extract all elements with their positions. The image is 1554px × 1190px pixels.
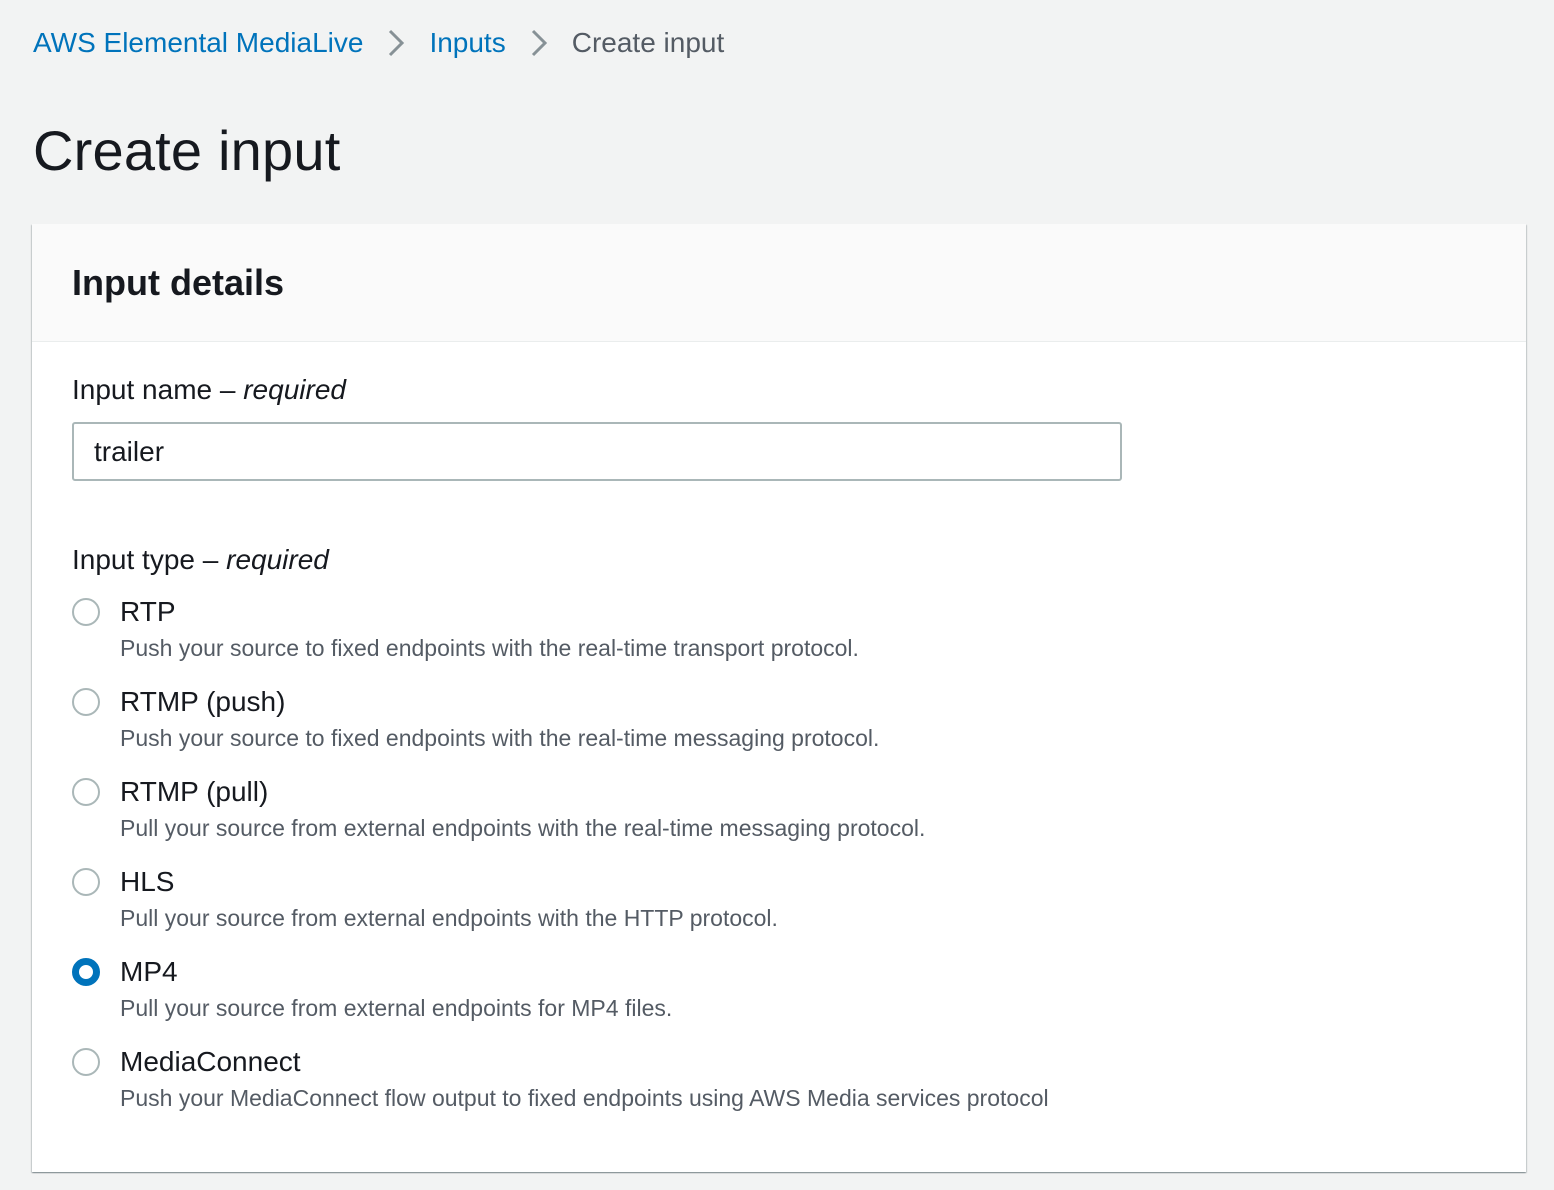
breadcrumb-medialive-link[interactable]: AWS Elemental MediaLive	[33, 27, 363, 59]
input-name-label-text: Input name –	[72, 374, 236, 405]
radio-button-selected[interactable]	[72, 958, 100, 986]
radio-button[interactable]	[72, 868, 100, 896]
breadcrumb-inputs-link[interactable]: Inputs	[429, 27, 505, 59]
required-marker: required	[243, 374, 346, 405]
input-name-field[interactable]	[72, 422, 1122, 481]
input-details-panel: Input details Input name – required Inpu…	[32, 224, 1526, 1172]
panel-header: Input details	[32, 224, 1526, 342]
radio-description: Pull your source from external endpoints…	[120, 815, 926, 841]
page-title: Create input	[33, 119, 341, 182]
input-name-label: Input name – required	[72, 374, 346, 406]
radio-title: MediaConnect	[120, 1046, 301, 1077]
radio-description: Pull your source from external endpoints…	[120, 905, 778, 931]
breadcrumb-current: Create input	[571, 27, 725, 58]
input-type-label-text: Input type –	[72, 544, 219, 575]
chevron-right-icon	[387, 28, 405, 58]
radio-description: Push your source to fixed endpoints with…	[120, 725, 880, 751]
panel-title: Input details	[72, 261, 285, 303]
breadcrumb: AWS Elemental MediaLive Inputs Create in…	[33, 22, 724, 64]
radio-title: HLS	[120, 866, 175, 897]
radio-title: MP4	[120, 956, 178, 987]
input-type-label: Input type – required	[72, 544, 329, 576]
radio-description: Push your MediaConnect flow output to fi…	[120, 1085, 1049, 1111]
radio-title: RTMP (push)	[120, 686, 286, 717]
radio-title: RTMP (pull)	[120, 776, 269, 807]
radio-button[interactable]	[72, 778, 100, 806]
radio-button[interactable]	[72, 1048, 100, 1076]
radio-button[interactable]	[72, 688, 100, 716]
radio-title: RTP	[120, 596, 176, 627]
radio-description: Push your source to fixed endpoints with…	[120, 635, 859, 661]
radio-button[interactable]	[72, 598, 100, 626]
radio-description: Pull your source from external endpoints…	[120, 995, 673, 1021]
chevron-right-icon	[530, 28, 548, 58]
required-marker: required	[226, 544, 329, 575]
